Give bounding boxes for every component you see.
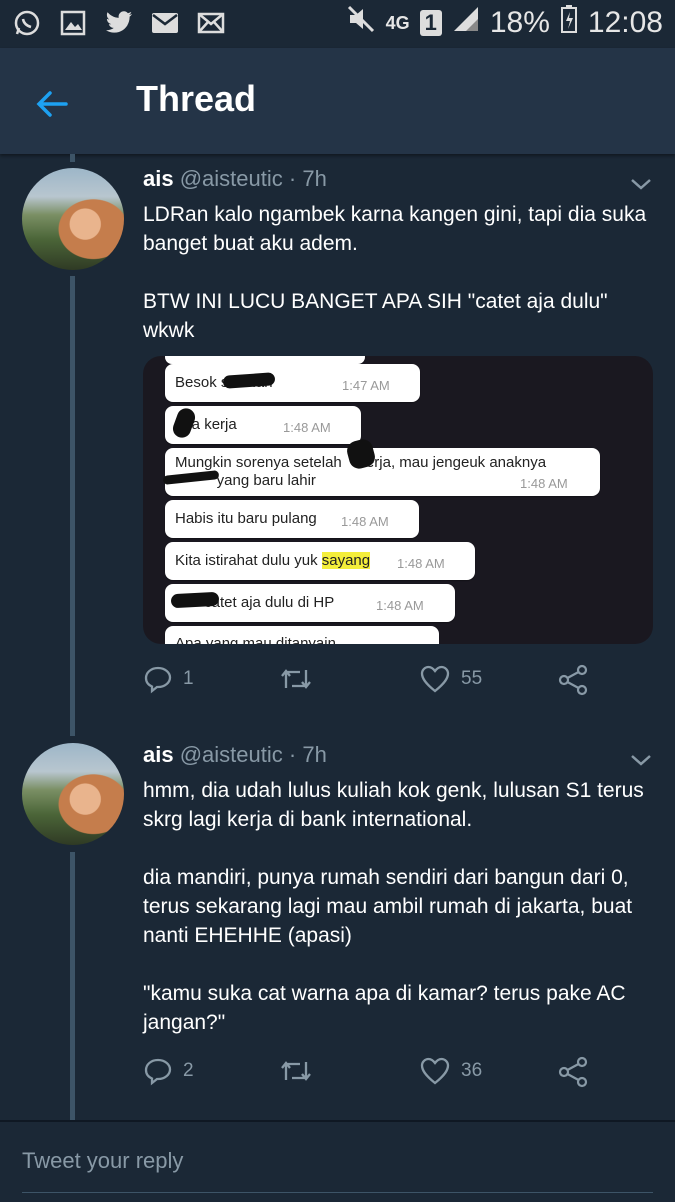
redaction-scribble — [170, 591, 220, 609]
chat-message: Apa yang mau ditanyain — [175, 635, 336, 644]
thread-line — [70, 154, 75, 162]
chat-time: 1:48 AM — [283, 420, 331, 435]
reply-count: 1 — [183, 668, 194, 689]
reply-icon — [144, 1058, 172, 1086]
author-name[interactable]: ais — [143, 166, 174, 191]
chat-time: 1:48 AM — [341, 514, 389, 529]
like-button[interactable]: 55 — [419, 664, 482, 694]
highlighted-word: sayang — [321, 552, 371, 569]
chevron-down-icon[interactable] — [629, 748, 653, 772]
reply-underline — [22, 1192, 653, 1193]
share-icon — [558, 1056, 588, 1088]
chat-bubble: Apa yang mau ditanyain — [165, 626, 439, 644]
status-bar: 4G 1 18% 12:08 — [0, 0, 675, 48]
tweet-header: ais @aisteutic · 7h — [143, 166, 327, 192]
avatar[interactable] — [22, 743, 124, 845]
back-arrow-icon[interactable] — [34, 86, 70, 122]
page-title: Thread — [136, 78, 257, 119]
reply-count: 2 — [183, 1060, 194, 1081]
avatar[interactable] — [22, 168, 124, 270]
chat-message: Habis itu baru pulang — [175, 510, 317, 527]
chat-bubble: Besok sekolah 1:47 AM — [165, 364, 420, 402]
chat-message: Kita istirahat dulu yuk sayang — [175, 552, 371, 569]
whatsapp-icon — [12, 8, 42, 38]
reply-button[interactable]: 1 — [143, 664, 194, 694]
author-handle[interactable]: @aisteutic — [180, 166, 283, 191]
chat-bubble — [165, 356, 365, 364]
app-bar: Thread — [0, 48, 675, 154]
author-name[interactable]: ais — [143, 742, 174, 767]
tweet-image[interactable]: Besok sekolah 1:47 AM uga kerja 1:48 AM … — [143, 356, 653, 644]
mute-icon — [346, 4, 376, 42]
reply-icon — [144, 666, 172, 694]
tweet-text: LDRan kalo ngambek karna kangen gini, ta… — [143, 203, 647, 342]
heart-icon — [420, 1057, 450, 1085]
chat-time: 1:48 AM — [520, 476, 568, 491]
reply-bar: Tweet your reply — [0, 1120, 675, 1202]
chat-time: 1:48 AM — [397, 556, 445, 571]
chevron-down-icon[interactable] — [629, 172, 653, 196]
like-button[interactable]: 36 — [419, 1056, 482, 1086]
sim-indicator: 1 — [419, 10, 442, 36]
share-button[interactable] — [557, 664, 589, 696]
chat-time: 1:48 AM — [376, 598, 424, 613]
reply-input[interactable]: Tweet your reply — [22, 1148, 183, 1174]
share-button[interactable] — [557, 1056, 589, 1088]
author-handle[interactable]: @aisteutic — [180, 742, 283, 767]
twitter-icon — [104, 8, 134, 38]
retweet-button[interactable] — [279, 664, 313, 694]
network-type: 4G — [385, 12, 410, 33]
share-icon — [558, 664, 588, 696]
retweet-icon — [281, 669, 311, 689]
like-count: 55 — [461, 668, 483, 689]
thread-line — [70, 852, 75, 1120]
reply-button[interactable]: 2 — [143, 1056, 194, 1086]
like-count: 36 — [461, 1060, 483, 1081]
clock: 12:08 — [587, 6, 663, 39]
mail-outline-icon — [196, 8, 226, 38]
battery-icon — [560, 4, 578, 42]
chat-bubble: Habis itu baru pulang 1:48 AM — [165, 500, 419, 538]
retweet-button[interactable] — [279, 1056, 313, 1086]
chat-bubble: Mungkin sorenya setelah kerja, mau jenge… — [165, 448, 600, 496]
chat-message-part: Kita istirahat dulu yuk — [175, 552, 322, 569]
gallery-icon — [58, 8, 88, 38]
mail-icon — [150, 8, 180, 38]
tweet-time: · 7h — [288, 166, 327, 191]
retweet-icon — [281, 1061, 311, 1081]
tweet-time: · 7h — [288, 742, 327, 767]
thread-line — [70, 276, 75, 736]
chat-time: 1:47 AM — [342, 378, 390, 393]
heart-icon — [420, 665, 450, 693]
chat-bubble: Kita istirahat dulu yuk sayang 1:48 AM — [165, 542, 475, 580]
chat-bubble: uga kerja 1:48 AM — [165, 406, 361, 444]
tweet-actions: 1 55 — [143, 664, 653, 704]
tweet-header: ais @aisteutic · 7h — [143, 742, 327, 768]
tweet-text: hmm, dia udah lulus kuliah kok genk, lul… — [143, 779, 644, 1034]
signal-icon — [452, 5, 480, 41]
tweet-actions: 2 36 — [143, 1056, 653, 1096]
battery-percent: 18% — [489, 6, 550, 39]
